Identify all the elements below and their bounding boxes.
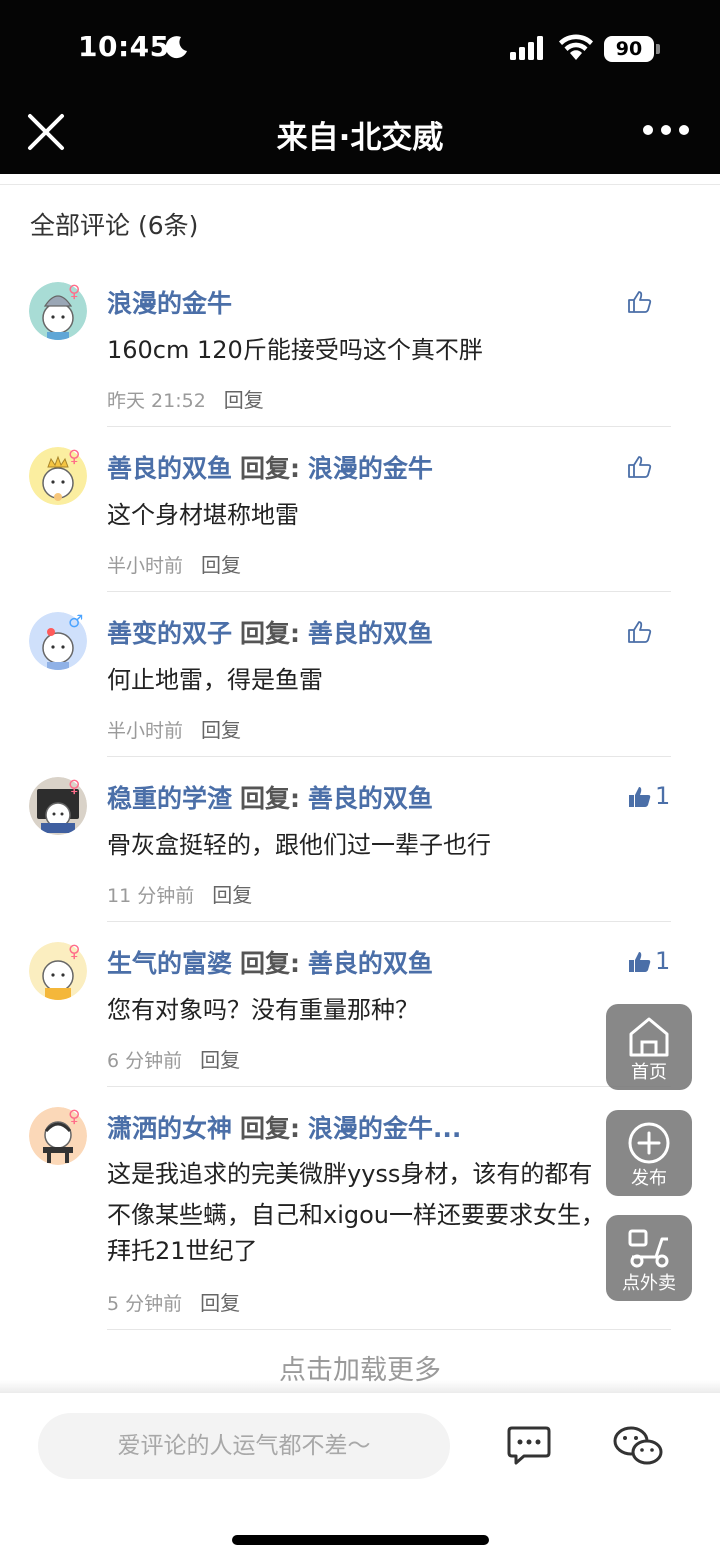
takeout-label: 点外卖 — [622, 1273, 676, 1294]
home-label: 首页 — [631, 1062, 667, 1083]
comment-meta: 半小时前 回复 — [107, 549, 241, 578]
takeout-button[interactable]: 点外卖 — [606, 1215, 692, 1301]
reply-button[interactable]: 回复 — [200, 1291, 240, 1315]
comment-header: 善变的双子 回复: 善良的双鱼 — [107, 614, 433, 650]
scooter-icon — [628, 1229, 669, 1268]
divider — [107, 426, 671, 427]
reply-word: 回复: — [239, 784, 300, 813]
gender-female-icon: ♀ — [68, 1107, 81, 1127]
comment-text: 160cm 120斤能接受吗这个真不胖 — [107, 336, 483, 364]
reply-to-name[interactable]: 善良的双鱼 — [308, 784, 433, 813]
reply-to-name[interactable]: 善良的双鱼 — [308, 949, 433, 978]
top-bar: 10:45 90 来自·北交威 — [0, 0, 720, 174]
reply-word: 回复: — [239, 949, 300, 978]
reply-button[interactable]: 回复 — [224, 388, 264, 412]
divider — [107, 1329, 671, 1330]
home-indicator — [232, 1535, 489, 1545]
gender-female-icon: ♀ — [68, 282, 81, 302]
moon-icon — [165, 36, 187, 59]
like-icon[interactable] — [627, 290, 653, 314]
comment-text-line: 拜托21世纪了 — [107, 1237, 258, 1265]
comment-text-line: 不像某些螨，自己和xigou一样还要要求女生， — [107, 1201, 605, 1229]
more-icon[interactable] — [642, 118, 690, 142]
divider — [107, 921, 671, 922]
comment-time: 半小时前 — [107, 720, 184, 742]
comment-meta: 6 分钟前 回复 — [107, 1044, 240, 1073]
comment-time: 昨天 21:52 — [107, 390, 206, 412]
comment-meta: 5 分钟前 回复 — [107, 1287, 240, 1316]
post-label: 发布 — [631, 1168, 667, 1189]
signal-icon — [510, 36, 543, 60]
commenter-name[interactable]: 生气的富婆 — [107, 949, 232, 978]
gender-female-icon: ♀ — [68, 777, 81, 797]
nav-bar: 来自·北交威 — [0, 98, 720, 174]
divider — [0, 184, 720, 185]
divider — [107, 1086, 671, 1087]
status-bar: 10:45 90 — [0, 0, 720, 98]
comment-header: 善良的双鱼 回复: 浪漫的金牛 — [107, 449, 433, 485]
reply-word: 回复: — [239, 1114, 300, 1143]
comment-time: 半小时前 — [107, 555, 184, 577]
gender-male-icon: ♂ — [68, 612, 84, 632]
reply-to-name[interactable]: 善良的双鱼 — [308, 619, 433, 648]
commenter-name[interactable]: 浪漫的金牛 — [107, 289, 232, 318]
comment-header: 生气的富婆 回复: 善良的双鱼 — [107, 944, 433, 980]
home-button[interactable]: 首页 — [606, 1004, 692, 1090]
commenter-name[interactable]: 稳重的学渣 — [107, 784, 232, 813]
comment-icon[interactable] — [506, 1425, 552, 1467]
reply-button[interactable]: 回复 — [201, 718, 241, 742]
like-count: 1 — [655, 947, 671, 975]
page-title: 来自·北交威 — [276, 120, 444, 156]
reply-word: 回复: — [239, 619, 300, 648]
comment-text: 这个身材堪称地雷 — [107, 501, 299, 529]
comment-time: 5 分钟前 — [107, 1293, 183, 1315]
like-icon[interactable] — [627, 620, 653, 644]
battery-tip — [656, 44, 660, 54]
home-icon — [629, 1017, 669, 1057]
reply-to-name[interactable]: 浪漫的金牛... — [308, 1114, 462, 1143]
like-filled-icon[interactable] — [627, 785, 653, 809]
comments-section-title: 全部评论 (6条) — [30, 211, 199, 240]
comment-time: 6 分钟前 — [107, 1050, 183, 1072]
plus-circle-icon — [628, 1122, 670, 1164]
reply-to-name[interactable]: 浪漫的金牛 — [308, 454, 433, 483]
commenter-name[interactable]: 善良的双鱼 — [107, 454, 232, 483]
comment-text-line: 这是我追求的完美微胖yyss身材，该有的都有 — [107, 1160, 593, 1188]
comment-meta: 11 分钟前 回复 — [107, 879, 252, 908]
comment-time: 11 分钟前 — [107, 885, 195, 907]
reply-word: 回复: — [239, 454, 300, 483]
reply-button[interactable]: 回复 — [212, 883, 252, 907]
bottom-bar: 爱评论的人运气都不差～ — [0, 1392, 720, 1560]
commenter-name[interactable]: 善变的双子 — [107, 619, 232, 648]
gender-female-icon: ♀ — [68, 447, 81, 467]
battery-indicator: 90 — [604, 36, 654, 62]
bottom-shadow — [0, 1380, 720, 1392]
wifi-icon — [559, 34, 593, 60]
wechat-icon[interactable] — [612, 1425, 664, 1467]
post-button[interactable]: 发布 — [606, 1110, 692, 1196]
like-filled-icon[interactable] — [627, 950, 653, 974]
commenter-name[interactable]: 潇洒的女神 — [107, 1114, 232, 1143]
comment-header: 潇洒的女神 回复: 浪漫的金牛... — [107, 1109, 461, 1145]
divider — [107, 756, 671, 757]
comment-header: 稳重的学渣 回复: 善良的双鱼 — [107, 779, 433, 815]
gender-female-icon: ♀ — [68, 942, 81, 962]
like-count: 1 — [655, 782, 671, 810]
comment-input[interactable]: 爱评论的人运气都不差～ — [38, 1413, 450, 1479]
comment-text: 何止地雷，得是鱼雷 — [107, 666, 323, 694]
comment-text: 您有对象吗？没有重量那种？ — [107, 996, 419, 1024]
comment-meta: 半小时前 回复 — [107, 714, 241, 743]
status-time: 10:45 — [78, 30, 170, 63]
reply-button[interactable]: 回复 — [200, 1048, 240, 1072]
reply-button[interactable]: 回复 — [201, 553, 241, 577]
comment-header: 浪漫的金牛 — [107, 284, 232, 320]
comment-meta: 昨天 21:52 回复 — [107, 384, 264, 413]
divider — [107, 591, 671, 592]
comment-text: 骨灰盒挺轻的，跟他们过一辈子也行 — [107, 831, 491, 859]
like-icon[interactable] — [627, 455, 653, 479]
